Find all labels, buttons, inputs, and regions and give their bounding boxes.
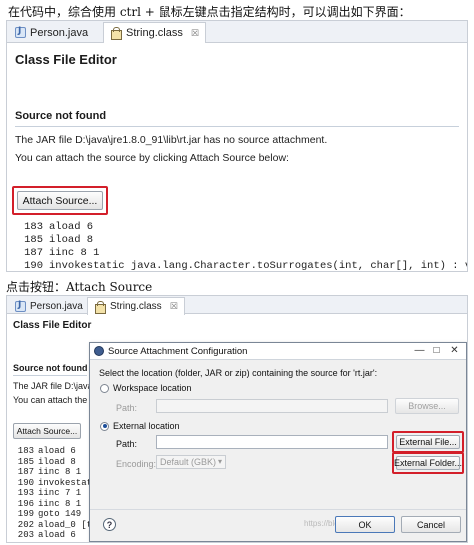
tab-label: Person.java bbox=[30, 300, 83, 312]
source-not-found-heading: Source not found bbox=[15, 110, 107, 122]
encoding-select: Default (GBK) ▾ bbox=[156, 455, 226, 469]
tab-string-class[interactable]: String.class ☒ bbox=[103, 22, 206, 43]
class-file-icon bbox=[94, 300, 106, 314]
class-file-editor-panel: Person.java String.class ☒ Class File Ed… bbox=[6, 20, 468, 272]
workspace-location-radio[interactable] bbox=[100, 383, 109, 393]
eclipse-app-icon bbox=[94, 346, 104, 356]
caption-top: 在代码中，综合使用 ctrl + 鼠标左键点击指定结构时，可以调出如下界面： bbox=[8, 5, 411, 19]
bytecode-line: 183 aload 6 bbox=[24, 221, 94, 233]
tab-person-java[interactable]: Person.java bbox=[9, 22, 94, 43]
jar-file-message: The JAR file D:\java\jre1.8.0_91\lib\rt.… bbox=[15, 134, 328, 146]
encoding-value: Default (GBK) bbox=[160, 457, 217, 467]
workspace-path-label: Path: bbox=[116, 403, 138, 413]
editor-tab-bar: Person.java String.class ☒ bbox=[7, 21, 467, 43]
dialog-footer-divider bbox=[90, 509, 466, 510]
external-folder-button[interactable]: External Folder... bbox=[394, 456, 462, 470]
dialog-title: Source Attachment Configuration bbox=[108, 345, 248, 357]
source-attachment-dialog: Source Attachment Configuration — □ ✕ Se… bbox=[89, 342, 467, 542]
external-location-option[interactable]: External location bbox=[100, 421, 180, 431]
bytecode-line: 185 iload 8 bbox=[24, 234, 94, 246]
external-path-input[interactable] bbox=[156, 435, 388, 449]
encoding-label: Encoding: bbox=[116, 459, 157, 469]
tab-string-class[interactable]: String.class ☒ bbox=[87, 297, 185, 315]
external-file-button[interactable]: External File... bbox=[396, 435, 460, 449]
section-divider bbox=[13, 375, 87, 376]
attach-hint-message: You can attach the source by clicking At… bbox=[15, 152, 289, 164]
external-path-label: Path: bbox=[116, 439, 138, 449]
jar-file-message: The JAR file D:\java\ bbox=[13, 381, 96, 391]
editor-title: Class File Editor bbox=[15, 52, 117, 67]
close-icon[interactable]: ✕ bbox=[448, 345, 461, 357]
tab-label: Person.java bbox=[30, 26, 89, 39]
section-divider bbox=[15, 126, 459, 127]
workspace-location-option[interactable]: Workspace location bbox=[100, 383, 191, 393]
tab-person-java[interactable]: Person.java bbox=[9, 297, 89, 315]
attach-hint-message: You can attach the s bbox=[13, 395, 95, 405]
dialog-prompt: Select the location (folder, JAR or zip)… bbox=[99, 368, 378, 378]
help-icon[interactable]: ? bbox=[103, 518, 116, 531]
bytecode-line: 187 iinc 8 1 bbox=[24, 247, 100, 259]
editor-title: Class File Editor bbox=[13, 320, 92, 331]
bytecode-listing: 183 aload 6 185 iload 8 187 iinc 8 1 190 inv… bbox=[21, 221, 467, 272]
editor-tab-bar: Person.java String.class ☒ bbox=[7, 296, 467, 315]
tab-label: String.class bbox=[126, 27, 183, 39]
close-tab-icon[interactable]: ☒ bbox=[170, 301, 178, 312]
dialog-title-bar[interactable]: Source Attachment Configuration — □ ✕ bbox=[90, 343, 466, 360]
external-location-label: External location bbox=[113, 421, 180, 431]
java-file-icon bbox=[15, 26, 26, 38]
workspace-location-label: Workspace location bbox=[113, 383, 192, 393]
tab-label: String.class bbox=[110, 301, 162, 312]
bytecode-line: 190 invokestatic java.lang.Character.toSu… bbox=[24, 260, 467, 272]
caption-bottom: 点击按钮：Attach Source bbox=[6, 280, 153, 294]
workspace-path-input bbox=[156, 399, 388, 413]
external-location-radio[interactable] bbox=[100, 421, 109, 431]
ok-button[interactable]: OK bbox=[335, 516, 395, 533]
minimize-icon[interactable]: — bbox=[413, 345, 426, 357]
java-file-icon bbox=[15, 300, 26, 312]
class-file-editor-panel-with-dialog: Person.java String.class ☒ Class File Ed… bbox=[6, 295, 468, 543]
chevron-down-icon: ▾ bbox=[217, 457, 222, 466]
source-not-found-heading: Source not found bbox=[13, 363, 88, 373]
cancel-button[interactable]: Cancel bbox=[401, 516, 461, 533]
attach-source-button[interactable]: Attach Source... bbox=[17, 191, 103, 210]
class-file-icon bbox=[110, 27, 122, 40]
browse-button: Browse... bbox=[395, 398, 459, 414]
close-tab-icon[interactable]: ☒ bbox=[191, 28, 199, 39]
maximize-icon[interactable]: □ bbox=[430, 345, 443, 357]
attach-source-button[interactable]: Attach Source... bbox=[13, 423, 81, 439]
